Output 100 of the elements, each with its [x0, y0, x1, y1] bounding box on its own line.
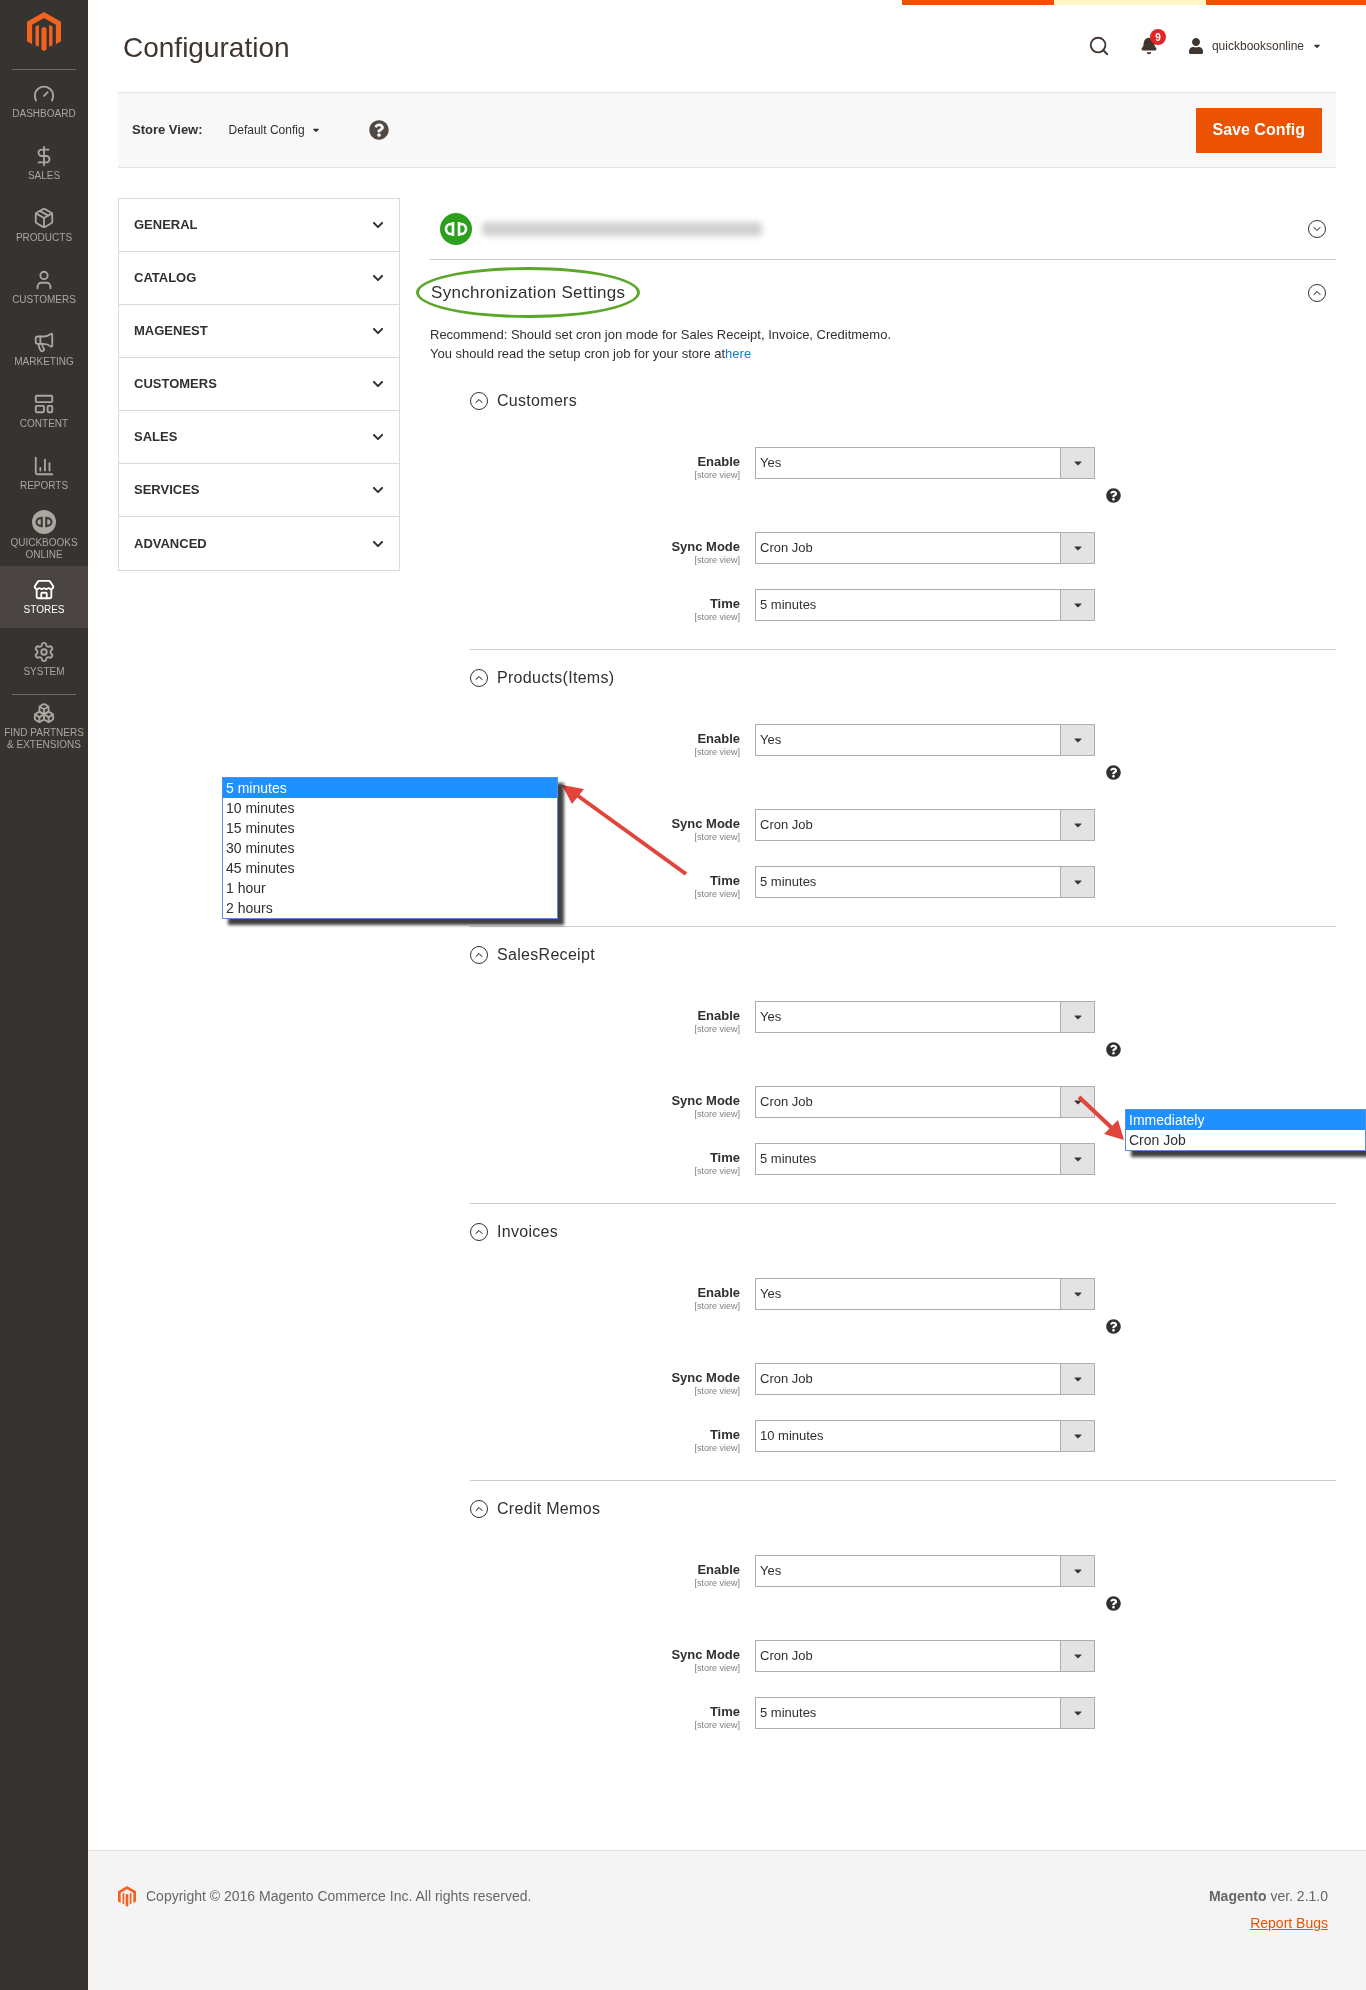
- settings-icon: [33, 640, 55, 663]
- scope-label: [store view]: [693, 888, 740, 900]
- reports-icon: [33, 454, 55, 477]
- chevron-down-icon: [372, 325, 384, 337]
- sidebar-item[interactable]: FIND PARTNERS & EXTENSIONS: [0, 695, 88, 758]
- dropdown-option[interactable]: Cron Job: [1126, 1130, 1365, 1150]
- group-title[interactable]: Credit Memos: [497, 1497, 601, 1521]
- dropdown-option[interactable]: 30 minutes: [223, 838, 557, 858]
- sidebar-item[interactable]: SALES: [0, 132, 88, 195]
- dropdown-option[interactable]: 10 minutes: [223, 798, 557, 818]
- sidebar-item[interactable]: MARKETING: [0, 318, 88, 381]
- field-label: Sync Mode: [670, 1371, 740, 1385]
- search-icon[interactable]: [1087, 35, 1110, 57]
- recommendation-text: Recommend: Should set cron jon mode for Sales Receipt, Invoice, Creditmemo.: [430, 326, 892, 344]
- products-icon: [33, 206, 55, 229]
- field-label: Sync Mode: [670, 1094, 740, 1108]
- dropdown-option[interactable]: 15 minutes: [223, 818, 557, 838]
- help-icon[interactable]: [1106, 1596, 1121, 1611]
- scope-label: [store view]: [693, 469, 740, 481]
- chevron-down-icon: [372, 484, 384, 496]
- select-field[interactable]: 5 minutes: [755, 1697, 1095, 1729]
- field-label: Sync Mode: [670, 540, 740, 554]
- sidebar-item[interactable]: STORES: [0, 566, 88, 629]
- field-label: Enable: [696, 1286, 740, 1300]
- store-view-switcher[interactable]: Default Config: [228, 121, 321, 139]
- select-field[interactable]: 5 minutes: [755, 589, 1095, 621]
- select-field[interactable]: Cron Job: [755, 1640, 1095, 1672]
- field-label: Time: [708, 597, 740, 611]
- store-view-label: Store View:: [132, 121, 203, 140]
- select-field[interactable]: Yes: [755, 447, 1095, 479]
- sidebar-item[interactable]: DASHBOARD: [0, 70, 88, 133]
- help-icon[interactable]: [368, 120, 389, 140]
- group-title[interactable]: Products(Items): [497, 666, 615, 690]
- chevron-down-icon: [372, 219, 384, 231]
- select-field[interactable]: Yes: [755, 1001, 1095, 1033]
- arrow-annotation: [1076, 1094, 1126, 1142]
- here-link[interactable]: here: [725, 346, 752, 361]
- partners-icon: [33, 701, 55, 724]
- scope-label: [store view]: [693, 1662, 740, 1674]
- scope-label: [store view]: [693, 831, 740, 843]
- help-icon[interactable]: [1106, 488, 1121, 503]
- user-icon: [1187, 38, 1204, 54]
- field-label: Sync Mode: [670, 1648, 740, 1662]
- sidebar-item[interactable]: REPORTS: [0, 442, 88, 505]
- help-icon[interactable]: [1106, 1042, 1121, 1057]
- group-title[interactable]: Customers: [497, 389, 578, 413]
- setup-note: You should read the setup cron job for your store at: [430, 346, 726, 361]
- scope-label: [store view]: [693, 1165, 740, 1177]
- save-config-button[interactable]: Save Config: [1195, 107, 1322, 153]
- scope-label: [store view]: [693, 1108, 740, 1120]
- sidebar-item[interactable]: SYSTEM: [0, 628, 88, 691]
- select-field[interactable]: Cron Job: [755, 1086, 1095, 1118]
- select-field[interactable]: Cron Job: [755, 809, 1095, 841]
- section-title[interactable]: Synchronization Settings: [416, 266, 641, 319]
- sidebar-item[interactable]: PRODUCTS: [0, 194, 88, 257]
- select-field[interactable]: 5 minutes: [755, 866, 1095, 898]
- scope-label: [store view]: [693, 1577, 740, 1589]
- scope-label: [store view]: [693, 746, 740, 758]
- chevron-down-icon: [372, 378, 384, 390]
- field-label: Sync Mode: [670, 817, 740, 831]
- logo-icon: [118, 1886, 136, 1907]
- marketing-icon: [33, 330, 55, 353]
- select-field[interactable]: Yes: [755, 1278, 1095, 1310]
- dropdown-option[interactable]: 1 hour: [223, 878, 557, 898]
- group-title[interactable]: Invoices: [497, 1220, 559, 1244]
- field-label: Enable: [696, 732, 740, 746]
- quickbooks-icon: [32, 509, 56, 534]
- field-label: Time: [708, 874, 740, 888]
- field-label: Time: [708, 1151, 740, 1165]
- scope-label: [store view]: [693, 1719, 740, 1731]
- sidebar-item[interactable]: CONTENT: [0, 380, 88, 443]
- scope-label: [store view]: [693, 1442, 740, 1454]
- field-label: Enable: [696, 1009, 740, 1023]
- group-title[interactable]: SalesReceipt: [497, 943, 595, 967]
- help-icon[interactable]: [1106, 1319, 1121, 1334]
- page-title: Configuration: [122, 31, 290, 65]
- dropdown-option[interactable]: 45 minutes: [223, 858, 557, 878]
- content-icon: [33, 392, 55, 415]
- select-field[interactable]: 5 minutes: [755, 1143, 1095, 1175]
- select-field[interactable]: Yes: [755, 1555, 1095, 1587]
- copyright-text: Copyright © 2016 Magento Commerce Inc. All rights reserved.: [146, 1887, 532, 1906]
- chevron-down-icon: [372, 272, 384, 284]
- scope-label: [store view]: [693, 611, 740, 623]
- version-text: Magento ver. 2.1.0: [1208, 1887, 1328, 1906]
- chevron-down-icon: [372, 431, 384, 443]
- field-label: Enable: [696, 1563, 740, 1577]
- select-field[interactable]: Cron Job: [755, 532, 1095, 564]
- select-field[interactable]: Cron Job: [755, 1363, 1095, 1395]
- scope-label: [store view]: [693, 1023, 740, 1035]
- help-icon[interactable]: [1106, 765, 1121, 780]
- field-label: Time: [708, 1428, 740, 1442]
- select-field[interactable]: Yes: [755, 724, 1095, 756]
- stores-icon: [33, 578, 55, 601]
- quickbooks-icon: [440, 212, 472, 245]
- dropdown-option[interactable]: 2 hours: [223, 898, 557, 918]
- select-field[interactable]: 10 minutes: [755, 1420, 1095, 1452]
- user-menu[interactable]: quickbooksonline: [1187, 37, 1322, 55]
- sidebar-item[interactable]: QUICKBOOKS ONLINE: [0, 504, 88, 567]
- scope-label: [store view]: [693, 1300, 740, 1312]
- sidebar-item[interactable]: CUSTOMERS: [0, 256, 88, 319]
